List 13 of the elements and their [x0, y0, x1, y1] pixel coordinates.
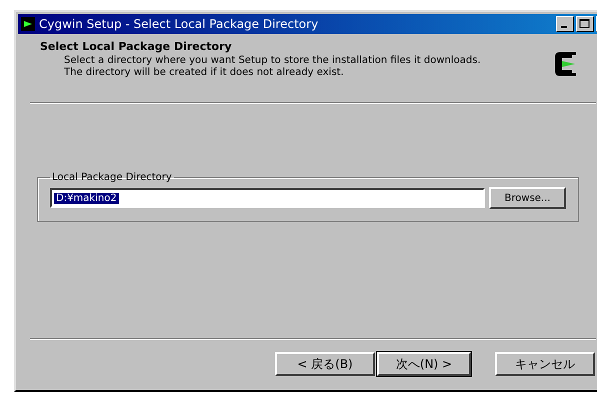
field-value: D:¥makino2 — [54, 192, 119, 204]
cygwin-logo-icon — [21, 17, 35, 31]
wizard-button[interactable]: < 戻る(B) — [275, 352, 375, 376]
wizard-button[interactable]: 次へ(N) > — [377, 352, 471, 376]
browse-button[interactable]: Browse... — [489, 187, 566, 209]
page-heading: Select Local Package Directory — [40, 40, 233, 53]
directory-input-field[interactable]: D:¥makino2 — [50, 188, 485, 208]
page-description: Select a directory where you want Setup to store the installation files it downloads. The directory will be created if it does not already exist. — [63, 55, 482, 79]
minimize-icon[interactable] — [556, 16, 574, 32]
maximize-icon[interactable] — [576, 16, 594, 32]
wizard-button[interactable]: キャンセル — [495, 352, 595, 376]
window-title: Cygwin Setup - Select Local Package Directory — [39, 17, 320, 31]
group-label: Local Package Directory — [51, 172, 173, 183]
